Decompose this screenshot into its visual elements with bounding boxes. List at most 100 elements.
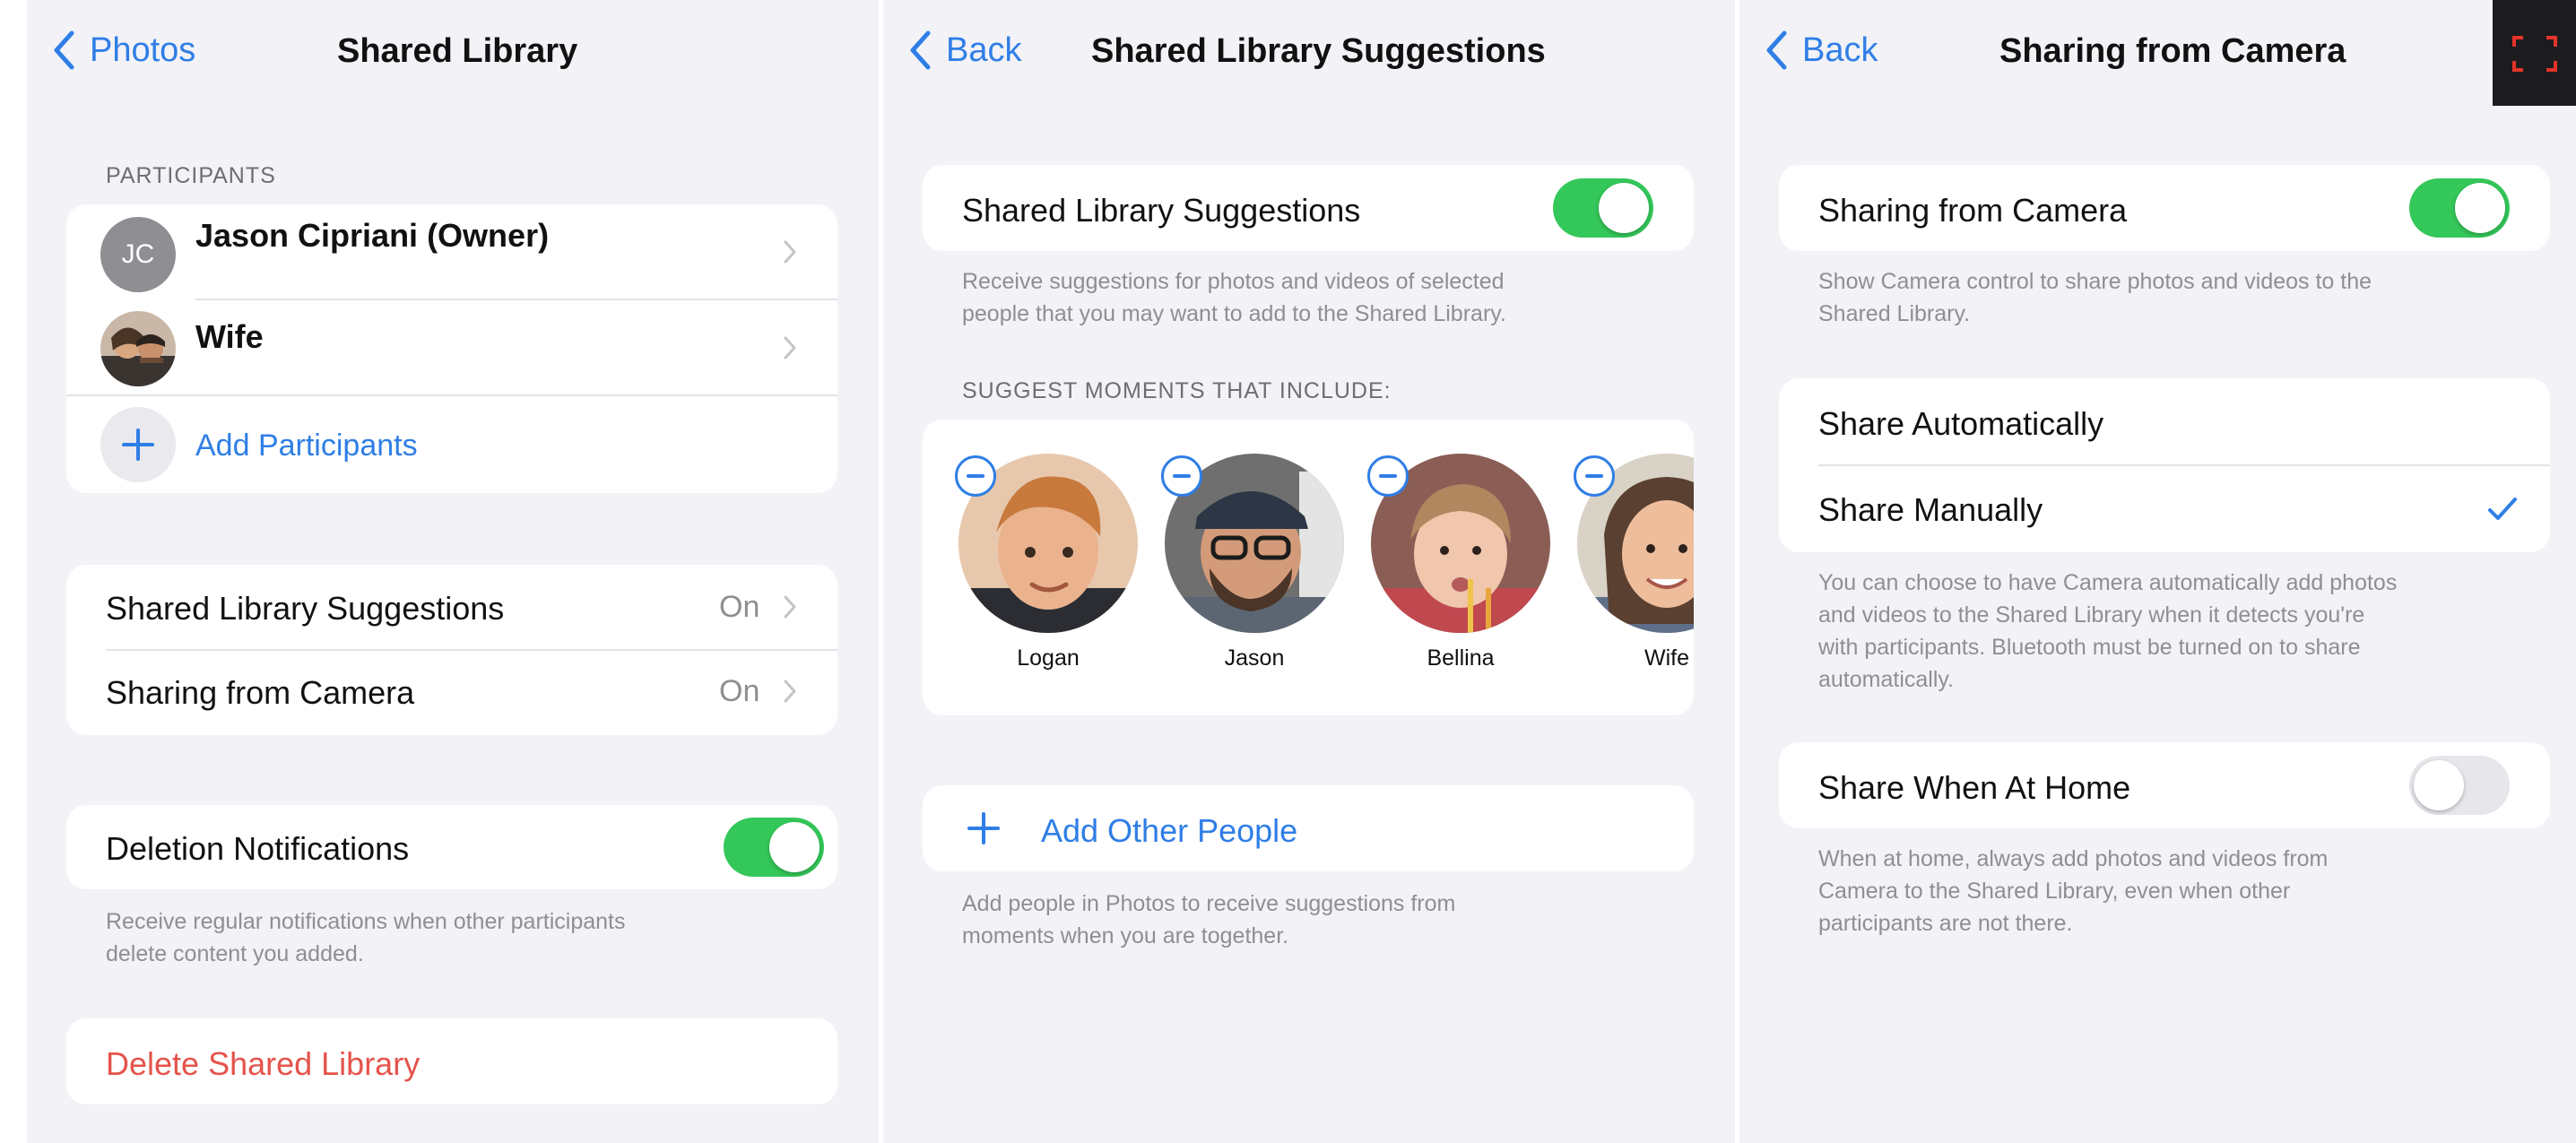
suggestions-toggle[interactable] <box>1553 178 1653 238</box>
camera-sharing-row[interactable]: Sharing from Camera On <box>66 651 837 735</box>
footnote-line: Receive suggestions for photos and video… <box>962 269 1505 294</box>
footnote-line: Receive regular notifications when other… <box>106 909 626 934</box>
camera-sharing-value: On <box>719 674 760 708</box>
add-participant-circle <box>100 407 176 482</box>
deletion-footnote: Receive regular notifications when other… <box>106 905 625 970</box>
sharing-from-camera-screen: Back Sharing from Camera Sharing from Ca… <box>1739 0 2576 1143</box>
moments-header: SUGGEST MOMENTS THAT INCLUDE: <box>962 378 1392 403</box>
suggestions-row[interactable]: Shared Library Suggestions On <box>66 565 837 649</box>
suggestions-screen: Back Shared Library Suggestions Shared L… <box>883 0 1735 1143</box>
back-label: Back <box>946 30 1022 69</box>
suggestions-toggle-card: Shared Library Suggestions <box>923 165 1694 251</box>
footnote-line: Shared Library. <box>1818 301 1971 326</box>
remove-person-button[interactable] <box>1367 455 1409 497</box>
deletion-notifications-label: Deletion Notifications <box>106 830 410 867</box>
page-title: Sharing from Camera <box>1999 32 2346 70</box>
chevron-left-icon <box>1766 30 1787 70</box>
chevron-right-icon <box>784 240 796 264</box>
remove-person-button[interactable] <box>1574 455 1615 497</box>
footnote-line: moments when you are together. <box>962 923 1289 948</box>
add-other-people-button[interactable]: Add Other People <box>923 785 1694 871</box>
delete-library-button[interactable]: Delete Shared Library <box>66 1018 837 1104</box>
share-manually-option[interactable]: Share Manually <box>1779 466 2550 552</box>
settings-card: Shared Library Suggestions On Sharing fr… <box>66 565 837 735</box>
add-participants-button[interactable]: Add Participants <box>66 396 837 493</box>
deletion-notifications-toggle[interactable] <box>724 818 824 877</box>
avatar <box>100 311 176 386</box>
toggle-knob <box>2414 760 2464 810</box>
back-label: Photos <box>90 30 196 69</box>
share-at-home-row: Share When At Home <box>1779 742 2550 828</box>
toggle-knob <box>1599 183 1649 233</box>
share-automatically-label: Share Automatically <box>1818 405 2104 442</box>
footnote-line: Camera to the Shared Library, even when … <box>1818 879 2291 904</box>
suggestions-label: Shared Library Suggestions <box>106 590 505 627</box>
camera-toggle-label: Sharing from Camera <box>1818 192 2128 229</box>
footnote-line: When at home, always add photos and vide… <box>1818 846 2329 871</box>
delete-library-card: Delete Shared Library <box>66 1018 837 1104</box>
footnote-line: delete content you added. <box>106 941 364 966</box>
camera-sharing-label: Sharing from Camera <box>106 674 415 711</box>
footnote-line: You can choose to have Camera automatica… <box>1818 570 2398 595</box>
add-other-people-label: Add Other People <box>1041 812 1298 849</box>
chevron-right-icon <box>784 595 796 619</box>
footnote-line: and videos to the Shared Library when it… <box>1818 602 2365 628</box>
suggestions-footnote: Receive suggestions for photos and video… <box>962 265 1506 330</box>
remove-person-button[interactable] <box>1161 455 1202 497</box>
deletion-card: Deletion Notifications <box>66 805 837 889</box>
footnote-line: people that you may want to add to the S… <box>962 301 1506 326</box>
remove-person-button[interactable] <box>955 455 996 497</box>
home-footnote: When at home, always add photos and vide… <box>1818 843 2328 940</box>
expand-button[interactable] <box>2493 0 2576 106</box>
person-name: Bellina <box>1427 645 1495 671</box>
avatar: JC <box>100 217 176 292</box>
camera-footnote: Show Camera control to share photos and … <box>1818 265 2372 330</box>
share-manually-label: Share Manually <box>1818 491 2043 528</box>
share-options-card: Share Automatically Share Manually <box>1779 378 2550 552</box>
suggestions-toggle-row: Shared Library Suggestions <box>923 165 1694 251</box>
chevron-right-icon <box>784 680 796 703</box>
suggestions-value: On <box>719 590 760 624</box>
footnote-line: Show Camera control to share photos and … <box>1818 269 2372 294</box>
share-automatically-option[interactable]: Share Automatically <box>1779 378 2550 464</box>
person-name: Logan <box>1017 645 1080 671</box>
nav-bar: Back Shared Library Suggestions <box>883 27 1735 81</box>
add-people-card: Add Other People <box>923 785 1694 871</box>
footnote-line: Add people in Photos to receive suggesti… <box>962 891 1456 916</box>
camera-toggle-row: Sharing from Camera <box>1779 165 2550 251</box>
participant-row[interactable]: Wife <box>66 300 837 394</box>
participant-name: Jason Cipriani (Owner) <box>195 217 550 254</box>
delete-library-label: Delete Shared Library <box>106 1045 421 1082</box>
back-label: Back <box>1802 30 1878 69</box>
person-name: Jason <box>1224 645 1285 671</box>
share-at-home-toggle[interactable] <box>2409 756 2510 815</box>
share-options-footnote: You can choose to have Camera automatica… <box>1818 567 2397 696</box>
chevron-left-icon <box>910 30 931 70</box>
home-card: Share When At Home <box>1779 742 2550 828</box>
chevron-right-icon <box>784 336 796 359</box>
add-participants-label: Add Participants <box>195 429 418 463</box>
shared-library-screen: Photos Shared Library PARTICIPANTS JC Ja… <box>27 0 879 1143</box>
suggestions-toggle-label: Shared Library Suggestions <box>962 192 1361 229</box>
footnote-line: automatically. <box>1818 667 1954 692</box>
people-card: Logan Jason Bellina Wife <box>923 420 1694 715</box>
participants-header: PARTICIPANTS <box>106 163 276 188</box>
chevron-left-icon <box>54 30 74 70</box>
expand-icon <box>2512 36 2557 72</box>
checkmark-icon <box>2488 498 2517 520</box>
person-name: Wife <box>1644 645 1689 671</box>
deletion-notifications-row: Deletion Notifications <box>66 805 837 889</box>
camera-toggle-card: Sharing from Camera <box>1779 165 2550 251</box>
page-title: Shared Library Suggestions <box>1091 32 1546 70</box>
nav-bar: Back Sharing from Camera <box>1739 27 2576 81</box>
add-people-footnote: Add people in Photos to receive suggesti… <box>962 888 1455 952</box>
camera-sharing-toggle[interactable] <box>2409 178 2510 238</box>
page-title: Shared Library <box>337 32 578 70</box>
participants-card: JC Jason Cipriani (Owner) Wife Add Parti… <box>66 204 837 493</box>
back-button[interactable]: Back <box>908 30 1021 70</box>
back-button[interactable]: Back <box>1765 30 1878 70</box>
toggle-knob <box>2455 183 2505 233</box>
footnote-line: participants are not there. <box>1818 911 2073 936</box>
participant-row[interactable]: JC Jason Cipriani (Owner) <box>66 204 837 299</box>
back-button[interactable]: Photos <box>52 30 195 70</box>
